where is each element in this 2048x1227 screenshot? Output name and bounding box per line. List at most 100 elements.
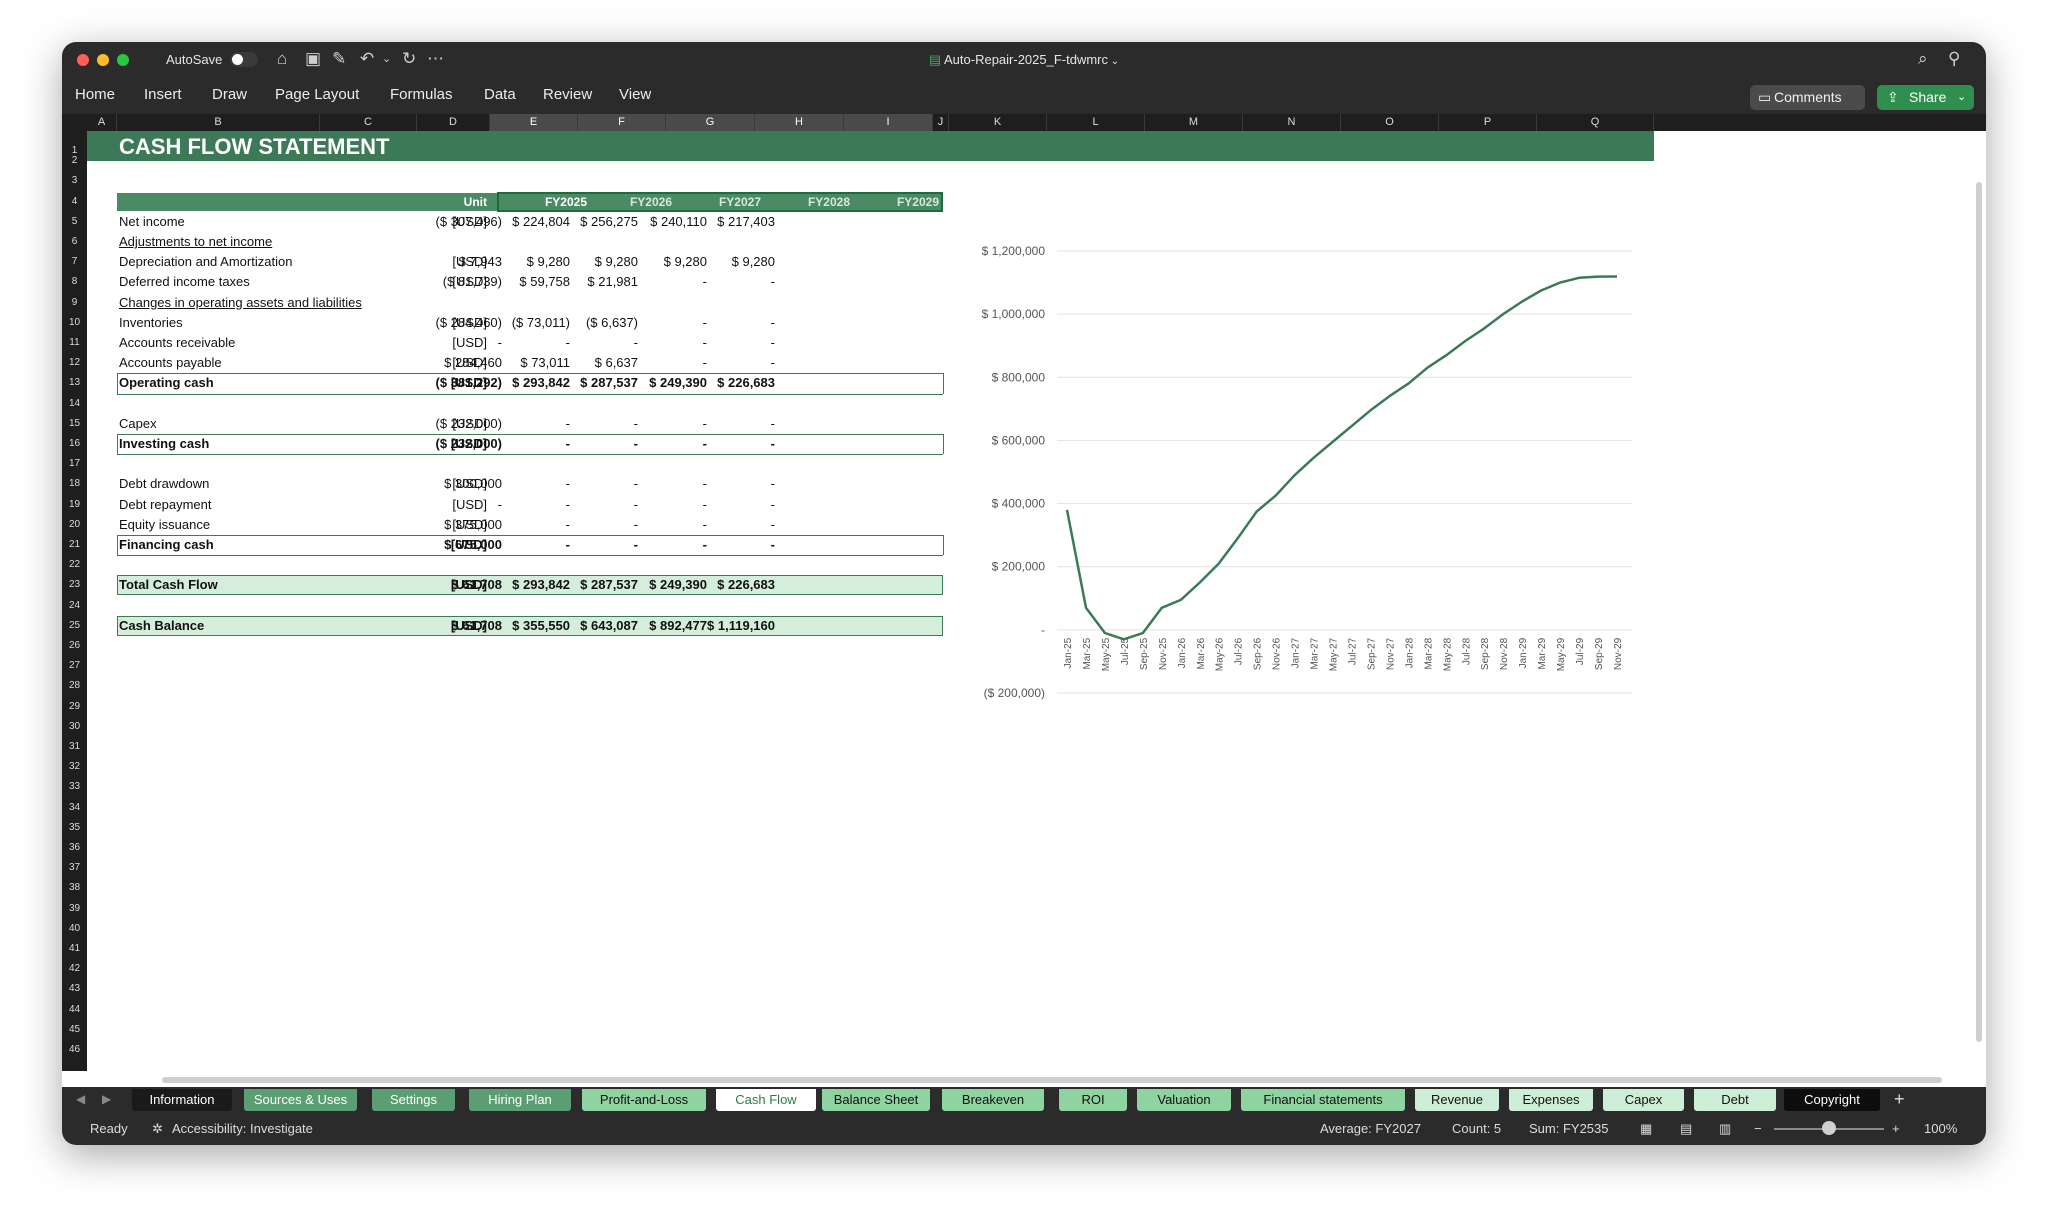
zoom-out-icon[interactable]: − [1754, 1121, 1762, 1136]
row-header[interactable]: 30 [62, 721, 87, 732]
row-header[interactable]: 8 [62, 276, 87, 287]
sheet-tab[interactable]: Information [132, 1089, 232, 1111]
cash-balance-chart[interactable]: $ 1,200,000 $ 1,000,000 $ 800,000 $ 600,000… [87, 131, 1986, 1071]
row-header[interactable]: 2 [62, 155, 87, 166]
column-header[interactable]: C [320, 114, 417, 131]
sheet-tab[interactable]: ROI [1059, 1089, 1127, 1111]
column-header[interactable]: D [417, 114, 490, 131]
sheet-tab[interactable]: Breakeven [942, 1089, 1044, 1111]
row-header[interactable]: 25 [62, 620, 87, 631]
row-header[interactable]: 27 [62, 660, 87, 671]
row-header[interactable]: 22 [62, 559, 87, 570]
prev-sheet-icon[interactable]: ◀ [76, 1092, 85, 1106]
row-header[interactable]: 38 [62, 882, 87, 893]
column-header[interactable]: H [755, 114, 844, 131]
sheet-tab[interactable]: Cash Flow [716, 1089, 816, 1111]
row-header[interactable]: 43 [62, 983, 87, 994]
sheet-tab[interactable]: Revenue [1415, 1089, 1499, 1111]
row-header[interactable]: 10 [62, 317, 87, 328]
row-header[interactable]: 44 [62, 1004, 87, 1015]
row-header[interactable]: 14 [62, 398, 87, 409]
row-header[interactable]: 17 [62, 458, 87, 469]
row-header[interactable]: 41 [62, 943, 87, 954]
row-header[interactable]: 3 [62, 175, 87, 186]
menu-formulas[interactable]: Formulas [390, 86, 453, 103]
sheet-tab[interactable]: Settings [372, 1089, 455, 1111]
row-header[interactable]: 24 [62, 600, 87, 611]
account-icon[interactable]: ⚲ [1948, 48, 1960, 70]
next-sheet-icon[interactable]: ▶ [102, 1092, 111, 1106]
row-header[interactable]: 28 [62, 680, 87, 691]
column-header[interactable]: M [1145, 114, 1243, 131]
column-header[interactable]: O [1341, 114, 1439, 131]
menu-draw[interactable]: Draw [212, 86, 247, 103]
sheet-tab[interactable]: Capex [1603, 1089, 1684, 1111]
row-header[interactable]: 13 [62, 377, 87, 388]
cash-balance-line[interactable] [1065, 275, 1618, 641]
row-header[interactable]: 31 [62, 741, 87, 752]
column-header[interactable]: N [1243, 114, 1341, 131]
row-header[interactable]: 23 [62, 579, 87, 590]
menu-insert[interactable]: Insert [144, 86, 182, 103]
row-header[interactable]: 33 [62, 781, 87, 792]
menu-home[interactable]: Home [75, 86, 115, 103]
column-header[interactable]: A [87, 114, 117, 131]
row-header[interactable]: 35 [62, 822, 87, 833]
row-header[interactable]: 9 [62, 297, 87, 308]
horizontal-scrollbar[interactable] [162, 1077, 1942, 1083]
menu-view[interactable]: View [619, 86, 651, 103]
row-header[interactable]: 19 [62, 499, 87, 510]
row-header[interactable]: 26 [62, 640, 87, 651]
sheet-tab[interactable]: Financial statements [1241, 1089, 1405, 1111]
sheet-tab[interactable]: Sources & Uses [244, 1089, 357, 1111]
column-header[interactable]: I [844, 114, 933, 131]
row-header[interactable]: 42 [62, 963, 87, 974]
row-header[interactable]: 21 [62, 539, 87, 550]
row-header[interactable]: 39 [62, 903, 87, 914]
row-header[interactable]: 20 [62, 519, 87, 530]
row-header[interactable]: 4 [62, 196, 87, 207]
page-break-view-icon[interactable]: ▥ [1719, 1121, 1731, 1137]
menu-review[interactable]: Review [543, 86, 592, 103]
column-header[interactable]: Q [1537, 114, 1654, 131]
menu-data[interactable]: Data [484, 86, 516, 103]
vertical-scrollbar[interactable] [1976, 182, 1982, 1042]
accessibility-status[interactable]: Accessibility: Investigate [172, 1121, 313, 1136]
row-header[interactable]: 6 [62, 236, 87, 247]
document-title[interactable]: ▤ Auto-Repair-2025_F-tdwmrc ⌄ [62, 52, 1986, 68]
row-header[interactable]: 5 [62, 216, 87, 227]
row-header[interactable]: 16 [62, 438, 87, 449]
row-header[interactable]: 18 [62, 478, 87, 489]
search-icon[interactable]: ⌕ [1918, 48, 1928, 70]
zoom-in-icon[interactable]: + [1892, 1121, 1900, 1136]
menu-page-layout[interactable]: Page Layout [275, 86, 359, 103]
column-header[interactable]: K [949, 114, 1047, 131]
row-header[interactable]: 36 [62, 842, 87, 853]
row-header[interactable]: 40 [62, 923, 87, 934]
accessibility-icon[interactable]: ✲ [152, 1121, 163, 1137]
comments-button[interactable]: ▭ Comments [1750, 85, 1865, 110]
row-header[interactable]: 32 [62, 761, 87, 772]
column-header[interactable]: B [117, 114, 320, 131]
sheet-tab[interactable]: Debt [1694, 1089, 1776, 1111]
worksheet-grid[interactable]: CASH FLOW STATEMENT Unit FY2025 FY2026 F… [87, 131, 1986, 1071]
normal-view-icon[interactable]: ▦ [1640, 1121, 1652, 1137]
row-header[interactable]: 46 [62, 1044, 87, 1055]
share-button[interactable]: ⇪ Share ⌄ [1877, 85, 1974, 110]
row-header[interactable]: 29 [62, 701, 87, 712]
column-header[interactable]: L [1047, 114, 1145, 131]
add-sheet-icon[interactable]: + [1894, 1089, 1905, 1110]
column-header[interactable]: P [1439, 114, 1537, 131]
row-header[interactable]: 12 [62, 357, 87, 368]
zoom-slider-handle[interactable] [1822, 1121, 1836, 1135]
row-header[interactable]: 34 [62, 802, 87, 813]
column-header[interactable]: G [666, 114, 755, 131]
sheet-tab[interactable]: Expenses [1509, 1089, 1593, 1111]
page-layout-view-icon[interactable]: ▤ [1680, 1121, 1692, 1137]
column-header[interactable]: E [490, 114, 578, 131]
row-header[interactable]: 15 [62, 418, 87, 429]
sheet-tab[interactable]: Hiring Plan [469, 1089, 571, 1111]
sheet-tab[interactable]: Profit-and-Loss [582, 1089, 706, 1111]
row-header[interactable]: 45 [62, 1024, 87, 1035]
sheet-tab[interactable]: Balance Sheet [822, 1089, 930, 1111]
